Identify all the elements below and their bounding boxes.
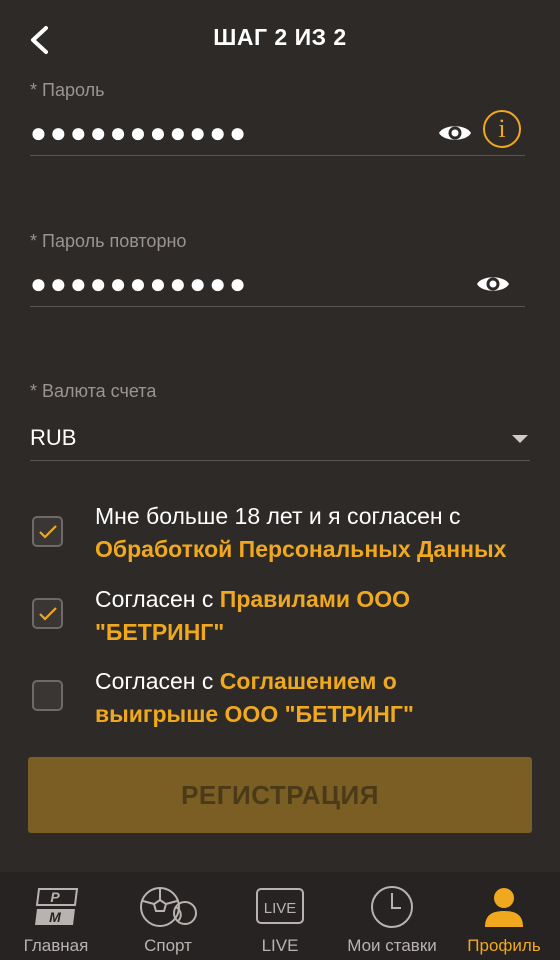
eye-icon: [439, 126, 471, 140]
svg-text:P: P: [50, 889, 60, 905]
winnings-checkbox[interactable]: [32, 680, 63, 711]
tab-label: Профиль: [467, 936, 541, 955]
agreement-text: Мне больше 18 лет и я согласен с Обработ…: [95, 500, 525, 566]
tab-label: Главная: [23, 936, 89, 955]
pm-logo-icon: P M: [26, 882, 86, 932]
tab-my-bets[interactable]: Мои ставки: [336, 872, 448, 960]
personal-data-link[interactable]: Обработкой Персональных Данных: [95, 536, 506, 562]
register-button[interactable]: РЕГИСТРАЦИЯ: [28, 757, 532, 833]
currency-label: * Валюта счета: [30, 381, 157, 401]
info-icon[interactable]: i: [483, 110, 521, 148]
age-checkbox[interactable]: [32, 516, 63, 547]
live-icon: LIVE: [250, 882, 310, 932]
password-repeat-field: * Пароль повторно: [30, 231, 525, 307]
clock-icon: [362, 882, 422, 932]
chevron-down-icon: [512, 435, 528, 443]
eye-icon: [477, 277, 509, 291]
bottom-tab-bar: P M Главная Спорт LIVE LIVE Мои ставки П…: [0, 872, 560, 960]
live-badge-text: LIVE: [264, 900, 297, 917]
header: ШАГ 2 ИЗ 2: [0, 0, 560, 80]
agreement-age: Мне больше 18 лет и я согласен с Обработ…: [32, 503, 532, 566]
svg-text:M: M: [49, 909, 61, 925]
tab-profile[interactable]: Профиль: [448, 872, 560, 960]
currency-field: * Валюта счета RUB: [30, 381, 530, 461]
agreement-plain-text: Согласен с: [95, 586, 220, 612]
sport-balls-icon: [138, 882, 198, 932]
checkmark-icon: [38, 606, 57, 621]
currency-value: RUB: [30, 424, 77, 450]
tab-label: LIVE: [261, 936, 299, 955]
tab-home[interactable]: P M Главная: [0, 872, 112, 960]
rules-checkbox[interactable]: [32, 598, 63, 629]
agreement-plain-text: Согласен с: [95, 668, 220, 694]
agreement-text: Согласен с Правилами ООО "БЕТРИНГ": [95, 583, 525, 649]
password-field: * Пароль i: [30, 80, 525, 156]
agreement-plain-text: Мне больше 18 лет и я согласен с: [95, 503, 461, 529]
agreement-text: Согласен с Соглашением о выигрыше ООО "Б…: [95, 665, 525, 731]
tab-sport[interactable]: Спорт: [112, 872, 224, 960]
agreement-winnings: Согласен с Соглашением о выигрыше ООО "Б…: [32, 668, 532, 731]
password-input[interactable]: [30, 112, 390, 153]
profile-icon: [474, 882, 534, 932]
password-label: * Пароль: [30, 80, 105, 100]
show-password-repeat-button[interactable]: [475, 267, 511, 301]
password-repeat-input[interactable]: [30, 263, 390, 304]
password-repeat-label: * Пароль повторно: [30, 231, 187, 251]
agreement-rules: Согласен с Правилами ООО "БЕТРИНГ": [32, 586, 532, 649]
tab-label: Спорт: [144, 936, 192, 955]
page-title: ШАГ 2 ИЗ 2: [213, 24, 347, 50]
tab-live[interactable]: LIVE LIVE: [224, 872, 336, 960]
show-password-button[interactable]: [437, 116, 473, 150]
currency-select[interactable]: RUB: [30, 415, 530, 461]
tab-label: Мои ставки: [347, 936, 437, 955]
checkmark-icon: [38, 524, 57, 539]
